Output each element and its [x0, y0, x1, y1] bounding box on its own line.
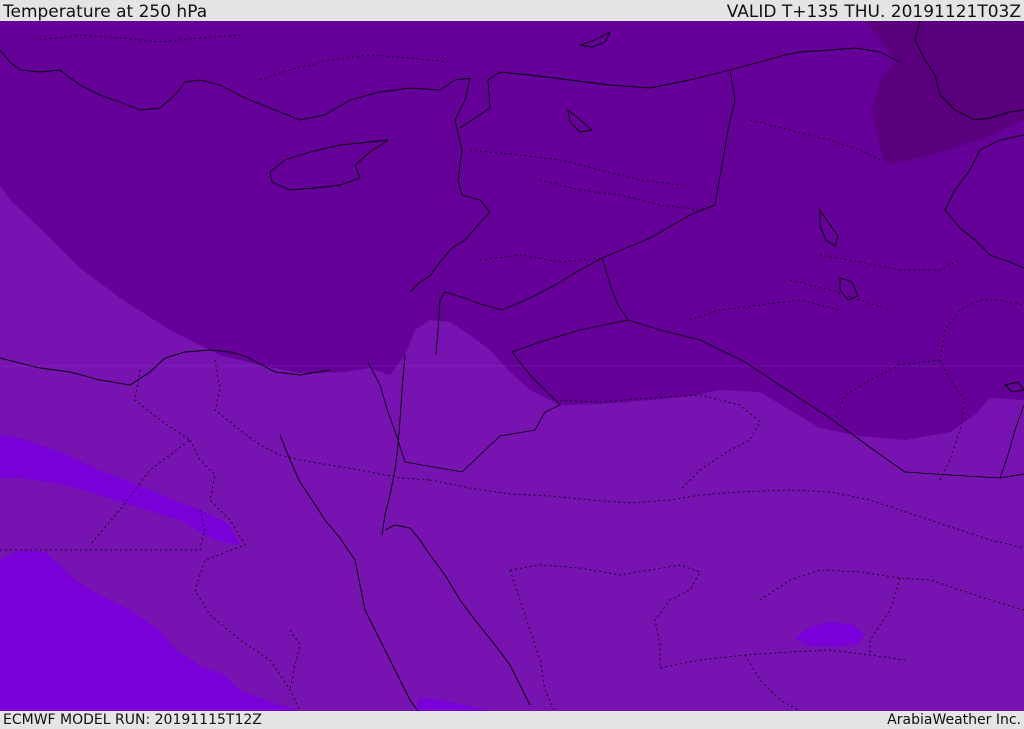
valid-time-label: VALID T+135 THU. 20191121T03Z [726, 2, 1021, 22]
map-area[interactable] [0, 21, 1024, 711]
footer-bar: ECMWF MODEL RUN: 20191115T12Z ArabiaWeat… [0, 711, 1024, 729]
temperature-map[interactable] [0, 21, 1024, 711]
credit-label: ArabiaWeather Inc. [887, 712, 1021, 728]
header-bar: Temperature at 250 hPa VALID T+135 THU. … [0, 0, 1024, 21]
map-title: Temperature at 250 hPa [3, 2, 208, 22]
model-run-label: ECMWF MODEL RUN: 20191115T12Z [3, 712, 262, 728]
